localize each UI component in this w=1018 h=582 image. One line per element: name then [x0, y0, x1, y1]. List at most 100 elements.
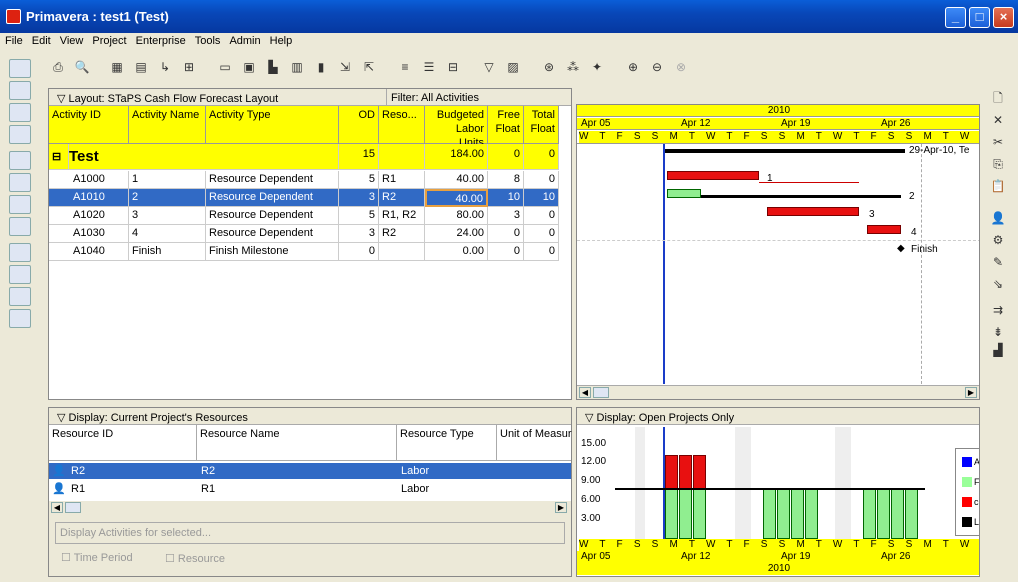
- activity-bar-3[interactable]: [767, 207, 859, 216]
- store-period-icon[interactable]: ✦: [589, 59, 605, 75]
- col-budgeted-labor-units[interactable]: Budgeted Labor Units: [425, 106, 488, 149]
- minimize-button[interactable]: _: [945, 7, 966, 28]
- scroll-right-icon[interactable]: ▶: [965, 387, 977, 398]
- menu-project[interactable]: Project: [87, 33, 130, 47]
- maximize-button[interactable]: □: [969, 7, 990, 28]
- zoom-out-icon[interactable]: ⊖: [649, 59, 665, 75]
- assignments-icon[interactable]: [9, 195, 31, 214]
- col-activity-id[interactable]: Activity ID: [49, 106, 129, 144]
- columns-icon[interactable]: ≡: [397, 59, 413, 75]
- assign-code-icon[interactable]: ✎: [990, 254, 1006, 270]
- delete-icon[interactable]: ✕: [990, 112, 1006, 128]
- col-resource-type[interactable]: Resource Type: [397, 425, 497, 461]
- projects-icon[interactable]: [9, 59, 31, 78]
- group-sort-icon[interactable]: ⊟: [445, 59, 461, 75]
- zoom-in-icon[interactable]: ⊕: [625, 59, 641, 75]
- layout-top-icon[interactable]: ▭: [217, 59, 233, 75]
- scroll-thumb[interactable]: [65, 502, 81, 513]
- resource-row-selected[interactable]: 👤 R2 R2 Labor: [49, 463, 571, 479]
- issues-icon[interactable]: [9, 287, 31, 306]
- scroll-left-icon[interactable]: ◀: [579, 387, 591, 398]
- reports-icon[interactable]: [9, 103, 31, 122]
- menu-view[interactable]: View: [55, 33, 88, 47]
- col-total-float[interactable]: Total Float: [524, 106, 559, 144]
- menu-enterprise[interactable]: Enterprise: [131, 33, 190, 47]
- table-row[interactable]: A1040 Finish Finish Milestone 0 0.00 0 0: [49, 243, 559, 261]
- menu-admin[interactable]: Admin: [224, 33, 264, 47]
- thresholds-icon[interactable]: [9, 265, 31, 284]
- layout-bottom-icon[interactable]: ▣: [241, 59, 257, 75]
- paste-icon[interactable]: 📋: [990, 178, 1006, 194]
- display-activities-field[interactable]: Display Activities for selected...: [55, 522, 565, 544]
- bars-icon[interactable]: ☰: [421, 59, 437, 75]
- level-icon[interactable]: ⁂: [565, 59, 581, 75]
- resources-icon[interactable]: ▥: [289, 59, 305, 75]
- table-row-selected[interactable]: A1010 2 Resource Dependent 3 R2 40.00 10…: [49, 189, 559, 207]
- resource-display-label[interactable]: Display: Current Project's Resources: [69, 412, 248, 424]
- col-resource-name[interactable]: Resource Name: [197, 425, 397, 461]
- wbs-icon[interactable]: [9, 151, 31, 170]
- work-products-icon[interactable]: [9, 217, 31, 236]
- table-row[interactable]: A1020 3 Resource Dependent 5 R1, R2 80.0…: [49, 207, 559, 225]
- activity-bar-1[interactable]: [667, 171, 759, 180]
- schedule-icon[interactable]: ⊛: [541, 59, 557, 75]
- add-icon[interactable]: 🗋: [990, 90, 1006, 106]
- next-icon[interactable]: [9, 309, 31, 328]
- table-row[interactable]: A1030 4 Resource Dependent 3 R2 24.00 0 …: [49, 225, 559, 243]
- assign-resource-icon[interactable]: 👤: [990, 210, 1006, 226]
- collapse-icon[interactable]: ⇱: [361, 59, 377, 75]
- print-icon[interactable]: ⎙: [50, 59, 66, 75]
- network-icon[interactable]: ⊞: [181, 59, 197, 75]
- activity-bar-4[interactable]: [867, 225, 901, 234]
- gantt-hscrollbar[interactable]: ◀ ▶: [577, 385, 979, 399]
- assign-role-icon[interactable]: ⚙: [990, 232, 1006, 248]
- menu-help[interactable]: Help: [265, 33, 297, 47]
- scroll-right-icon[interactable]: ▶: [555, 502, 567, 513]
- scroll-thumb[interactable]: [593, 387, 609, 398]
- table-row[interactable]: A1000 1 Resource Dependent 5 R1 40.00 8 …: [49, 171, 559, 189]
- menu-tools[interactable]: Tools: [190, 33, 225, 47]
- copy-icon[interactable]: ⎘: [990, 156, 1006, 172]
- chevron-down-icon[interactable]: ▽: [57, 412, 69, 424]
- histogram-icon[interactable]: ▙: [265, 59, 281, 75]
- close-button[interactable]: ×: [993, 7, 1014, 28]
- col-activity-name[interactable]: Activity Name: [129, 106, 206, 144]
- time-period-checkbox[interactable]: ☐ Time Period: [61, 551, 133, 564]
- zoom-fit-icon[interactable]: ⊗: [673, 59, 689, 75]
- activity-bar-2[interactable]: [667, 189, 701, 198]
- milestone-diamond-icon[interactable]: ◆: [897, 243, 905, 254]
- menu-edit[interactable]: Edit: [27, 33, 55, 47]
- cut-icon[interactable]: ✂: [990, 134, 1006, 150]
- layout-label[interactable]: Layout: STaPS Cash Flow Forecast Layout: [69, 93, 279, 105]
- print-preview-icon[interactable]: 🔍: [74, 59, 90, 75]
- scroll-left-icon[interactable]: ◀: [51, 502, 63, 513]
- histogram-display-label[interactable]: Display: Open Projects Only: [597, 412, 735, 424]
- activities-icon[interactable]: [9, 173, 31, 192]
- assign-successor-icon[interactable]: ⇉: [990, 302, 1006, 318]
- filter-icon[interactable]: ▽: [481, 59, 497, 75]
- wbs-group-row[interactable]: ⊟ Test 15 184.00 0 0: [49, 144, 559, 170]
- col-resources[interactable]: Reso...: [379, 106, 425, 144]
- table-icon[interactable]: ▦: [109, 59, 125, 75]
- tracking-icon[interactable]: [9, 125, 31, 144]
- layout-icon[interactable]: ▨: [505, 59, 521, 75]
- assign-predecessor-icon[interactable]: ⇘: [990, 276, 1006, 292]
- expenses-icon[interactable]: [9, 243, 31, 262]
- resource-checkbox[interactable]: ☐ Resource: [165, 552, 225, 565]
- col-activity-type[interactable]: Activity Type: [206, 106, 339, 144]
- filter-label[interactable]: Filter: All Activities: [386, 89, 483, 106]
- resource-row[interactable]: 👤 R1 R1 Labor: [49, 481, 571, 497]
- resource-hscrollbar[interactable]: ◀ ▶: [49, 501, 571, 515]
- resources-nav-icon[interactable]: [9, 81, 31, 100]
- chevron-down-icon[interactable]: ▽: [585, 412, 597, 424]
- gantt-table-icon[interactable]: ▤: [133, 59, 149, 75]
- menu-file[interactable]: File: [0, 33, 27, 47]
- chevron-down-icon[interactable]: ▽: [57, 93, 69, 105]
- dissolve-icon[interactable]: ⇟: [990, 324, 1006, 340]
- col-resource-id[interactable]: Resource ID: [49, 425, 197, 461]
- bar-chart-icon[interactable]: ▮: [313, 59, 329, 75]
- col-free-float[interactable]: Free Float: [488, 106, 524, 144]
- renumber-icon[interactable]: ▟: [990, 342, 1006, 358]
- expand-icon[interactable]: ⇲: [337, 59, 353, 75]
- relationship-icon[interactable]: ↳: [157, 59, 173, 75]
